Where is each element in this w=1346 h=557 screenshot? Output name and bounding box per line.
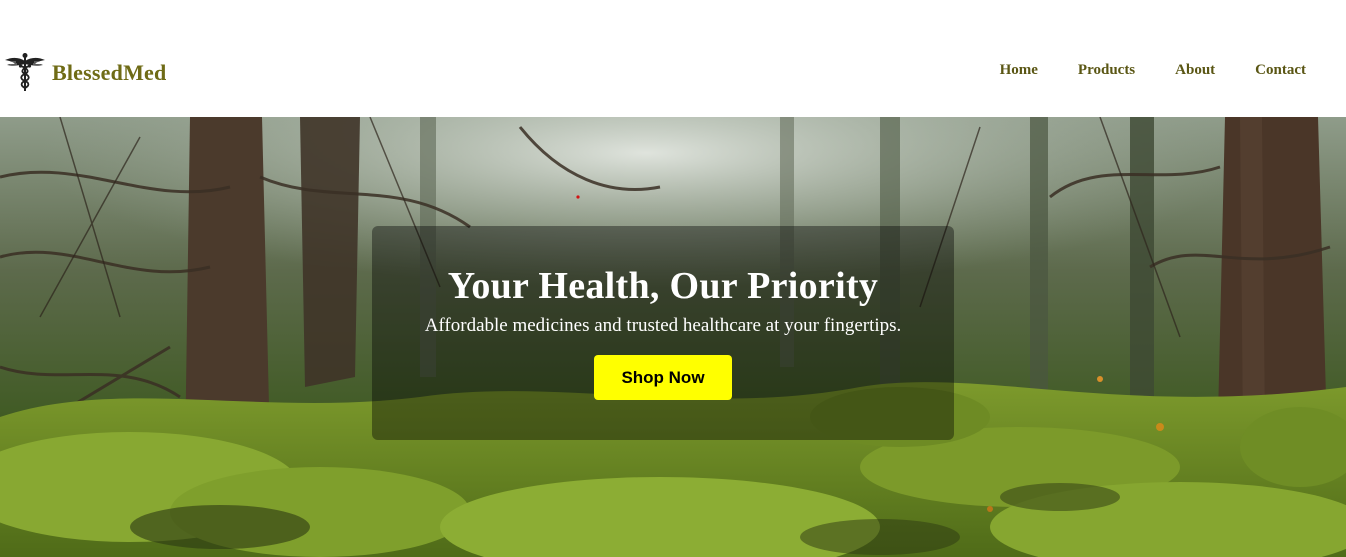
hero-section: Your Health, Our Priority Affordable med…: [0, 117, 1346, 557]
nav-link-about[interactable]: About: [1175, 63, 1215, 78]
caduceus-icon: [5, 53, 45, 91]
brand-link[interactable]: BlessedMed: [4, 52, 166, 92]
shop-now-button[interactable]: Shop Now: [594, 355, 732, 400]
hero-subtitle: Affordable medicines and trusted healthc…: [424, 315, 902, 336]
site-header: BlessedMed Home Products About Contact: [0, 0, 1346, 117]
nav-link-home[interactable]: Home: [1000, 63, 1038, 78]
hero-card: Your Health, Our Priority Affordable med…: [372, 226, 954, 440]
nav-link-products[interactable]: Products: [1078, 63, 1135, 78]
page: BlessedMed Home Products About Contact Y…: [0, 0, 1346, 557]
main-nav: Home Products About Contact: [1000, 63, 1306, 78]
brand-name: BlessedMed: [52, 59, 167, 85]
nav-link-contact[interactable]: Contact: [1255, 63, 1306, 78]
hero-title: Your Health, Our Priority: [447, 265, 879, 307]
